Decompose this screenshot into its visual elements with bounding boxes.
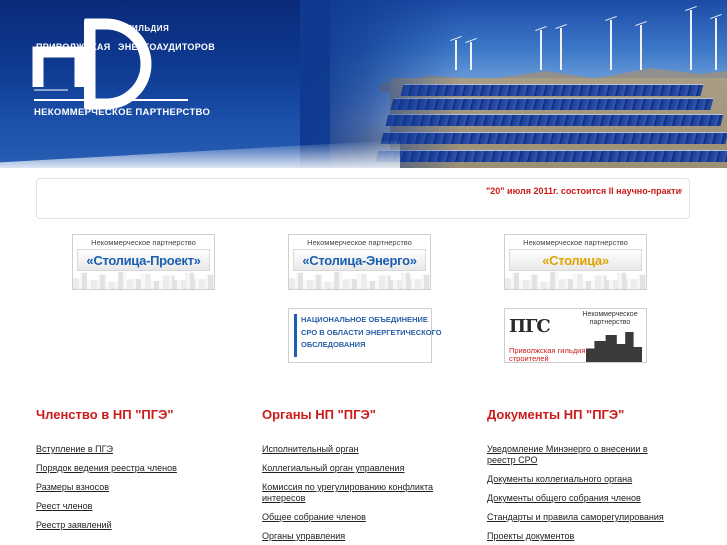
list-item: Уведомление Минэнерго о внесении в реест… [487,444,662,466]
partner-caption: Некоммерческое партнерство [523,238,628,247]
pgs-name-line2: строителей [509,354,549,363]
pgs-caption: Некоммерческое партнерство [582,311,638,326]
link[interactable]: Документы коллегиального органа [487,474,632,484]
list-item: Органы управления [262,531,472,542]
partner-banner-stolitsa[interactable]: Некоммерческое партнерство «Столица» [504,234,647,290]
wind-turbine-icon [610,20,612,70]
list-item: Документы общего собрания членов [487,493,697,504]
logo-subtitle: НЕКОММЕРЧЕСКОЕ ПАРТНЕРСТВО [34,107,211,118]
section-title: Документы НП "ПГЭ" [487,407,625,422]
skyline-decoration [289,271,430,289]
link[interactable]: Стандарты и правила саморегулирования [487,512,664,522]
wind-turbine-icon [690,10,692,70]
partner-plate: «Столица» [509,249,642,271]
pgs-name: Приволжская гильдия строителей [509,347,585,363]
documents-section: Документы НП "ПГЭ" Уведомление Минэнерго… [487,407,697,545]
news-ticker-text[interactable]: "20" июля 2011г. состоится II научно-пра… [486,186,682,196]
link-list: Вступление в ПГЭ Порядок ведения реестра… [36,444,246,531]
list-item: Реест членов [36,501,246,512]
list-item: Документы коллегиального органа [487,474,697,485]
logo-top-text: ГИЛЬДИЯ [127,24,170,33]
section-title: Органы НП "ПГЭ" [262,407,376,422]
news-ticker[interactable]: "20" июля 2011г. состоится II научно-пра… [36,178,690,219]
logo-left-text: ПРИВОЛЖСКАЯ [36,42,111,52]
list-item: Реестр заявлений [36,520,246,531]
list-item: Проекты документов [487,531,697,542]
logo-right-text: ЭНЕРГОАУДИТОРОВ [118,42,216,52]
partner-banner-stolitsa-proekt[interactable]: Некоммерческое партнерство «Столица-Прое… [72,234,215,290]
link[interactable]: Документы общего собрания членов [487,493,641,503]
header-bottom-fade [0,140,400,168]
link-list: Исполнительный орган Коллегиальный орган… [262,444,472,542]
link[interactable]: Коллегиальный орган управления [262,463,404,473]
list-item: Стандарты и правила саморегулирования [487,512,697,523]
section-title: Членство в НП "ПГЭ" [36,407,174,422]
partner-caption: Некоммерческое партнерство [307,238,412,247]
wind-turbine-icon [470,42,472,70]
partner-plate: «Столица-Энерго» [293,249,426,271]
site-logo[interactable]: ГИЛЬДИЯ ПРИВОЛЖСКАЯ ЭНЕРГОАУДИТОРОВ НЕКО… [28,12,228,132]
wind-turbine-icon [640,25,642,70]
wind-turbine-icon [715,18,717,70]
list-item: Размеры взносов [36,482,246,493]
list-item: Комиссия по урегулированию конфликта инт… [262,482,442,504]
pgs-logo-mark: ПГС [509,316,551,337]
link[interactable]: Исполнительный орган [262,444,359,454]
skyline-decoration [73,271,214,289]
wind-turbine-icon [455,40,457,70]
nob-line: НАЦИОНАЛЬНОЕ ОБЪЕДИНЕНИЕ [301,315,428,324]
partner-name: «Столица» [542,253,609,268]
link[interactable]: Вступление в ПГЭ [36,444,113,454]
wind-turbine-icon [560,28,562,70]
wind-turbine-icon [540,30,542,70]
list-item: Общее собрание членов [262,512,472,523]
partner-name: «Столица-Энерго» [302,253,417,268]
link[interactable]: Проекты документов [487,531,574,541]
nob-line: СРО В ОБЛАСТИ ЭНЕРГЕТИЧЕСКОГО [301,327,442,337]
nob-line: ОБСЛЕДОВАНИЯ [301,340,366,349]
link[interactable]: Общее собрание членов [262,512,366,522]
link[interactable]: Порядок ведения реестра членов [36,463,177,473]
link-list: Уведомление Минэнерго о внесении в реест… [487,444,697,542]
link[interactable]: Реест членов [36,501,92,511]
membership-section: Членство в НП "ПГЭ" Вступление в ПГЭ Пор… [36,407,246,539]
buildings-icon [586,332,642,362]
link[interactable]: Размеры взносов [36,482,109,492]
link[interactable]: Комиссия по урегулированию конфликта инт… [262,482,433,503]
partner-banner-nob[interactable]: НАЦИОНАЛЬНОЕ ОБЪЕДИНЕНИЕ СРО В ОБЛАСТИ Э… [288,308,442,363]
list-item: Коллегиальный орган управления [262,463,472,474]
list-item: Исполнительный орган [262,444,472,455]
link[interactable]: Уведомление Минэнерго о внесении в реест… [487,444,648,465]
partner-banner-pgs[interactable]: Некоммерческое партнерство ПГС Приволжск… [504,308,647,363]
partner-caption: Некоммерческое партнерство [91,238,196,247]
partner-name: «Столица-Проект» [86,253,201,268]
partner-banner-stolitsa-energo[interactable]: Некоммерческое партнерство «Столица-Энер… [288,234,431,290]
partner-plate: «Столица-Проект» [77,249,210,271]
skyline-decoration [505,271,646,289]
list-item: Порядок ведения реестра членов [36,463,246,474]
link[interactable]: Реестр заявлений [36,520,112,530]
link[interactable]: Органы управления [262,531,345,541]
bodies-section: Органы НП "ПГЭ" Исполнительный орган Кол… [262,407,472,545]
list-item: Вступление в ПГЭ [36,444,246,455]
nob-text-block: НАЦИОНАЛЬНОЕ ОБЪЕДИНЕНИЕ СРО В ОБЛАСТИ Э… [294,314,442,357]
header-banner: ГИЛЬДИЯ ПРИВОЛЖСКАЯ ЭНЕРГОАУДИТОРОВ НЕКО… [0,0,727,168]
